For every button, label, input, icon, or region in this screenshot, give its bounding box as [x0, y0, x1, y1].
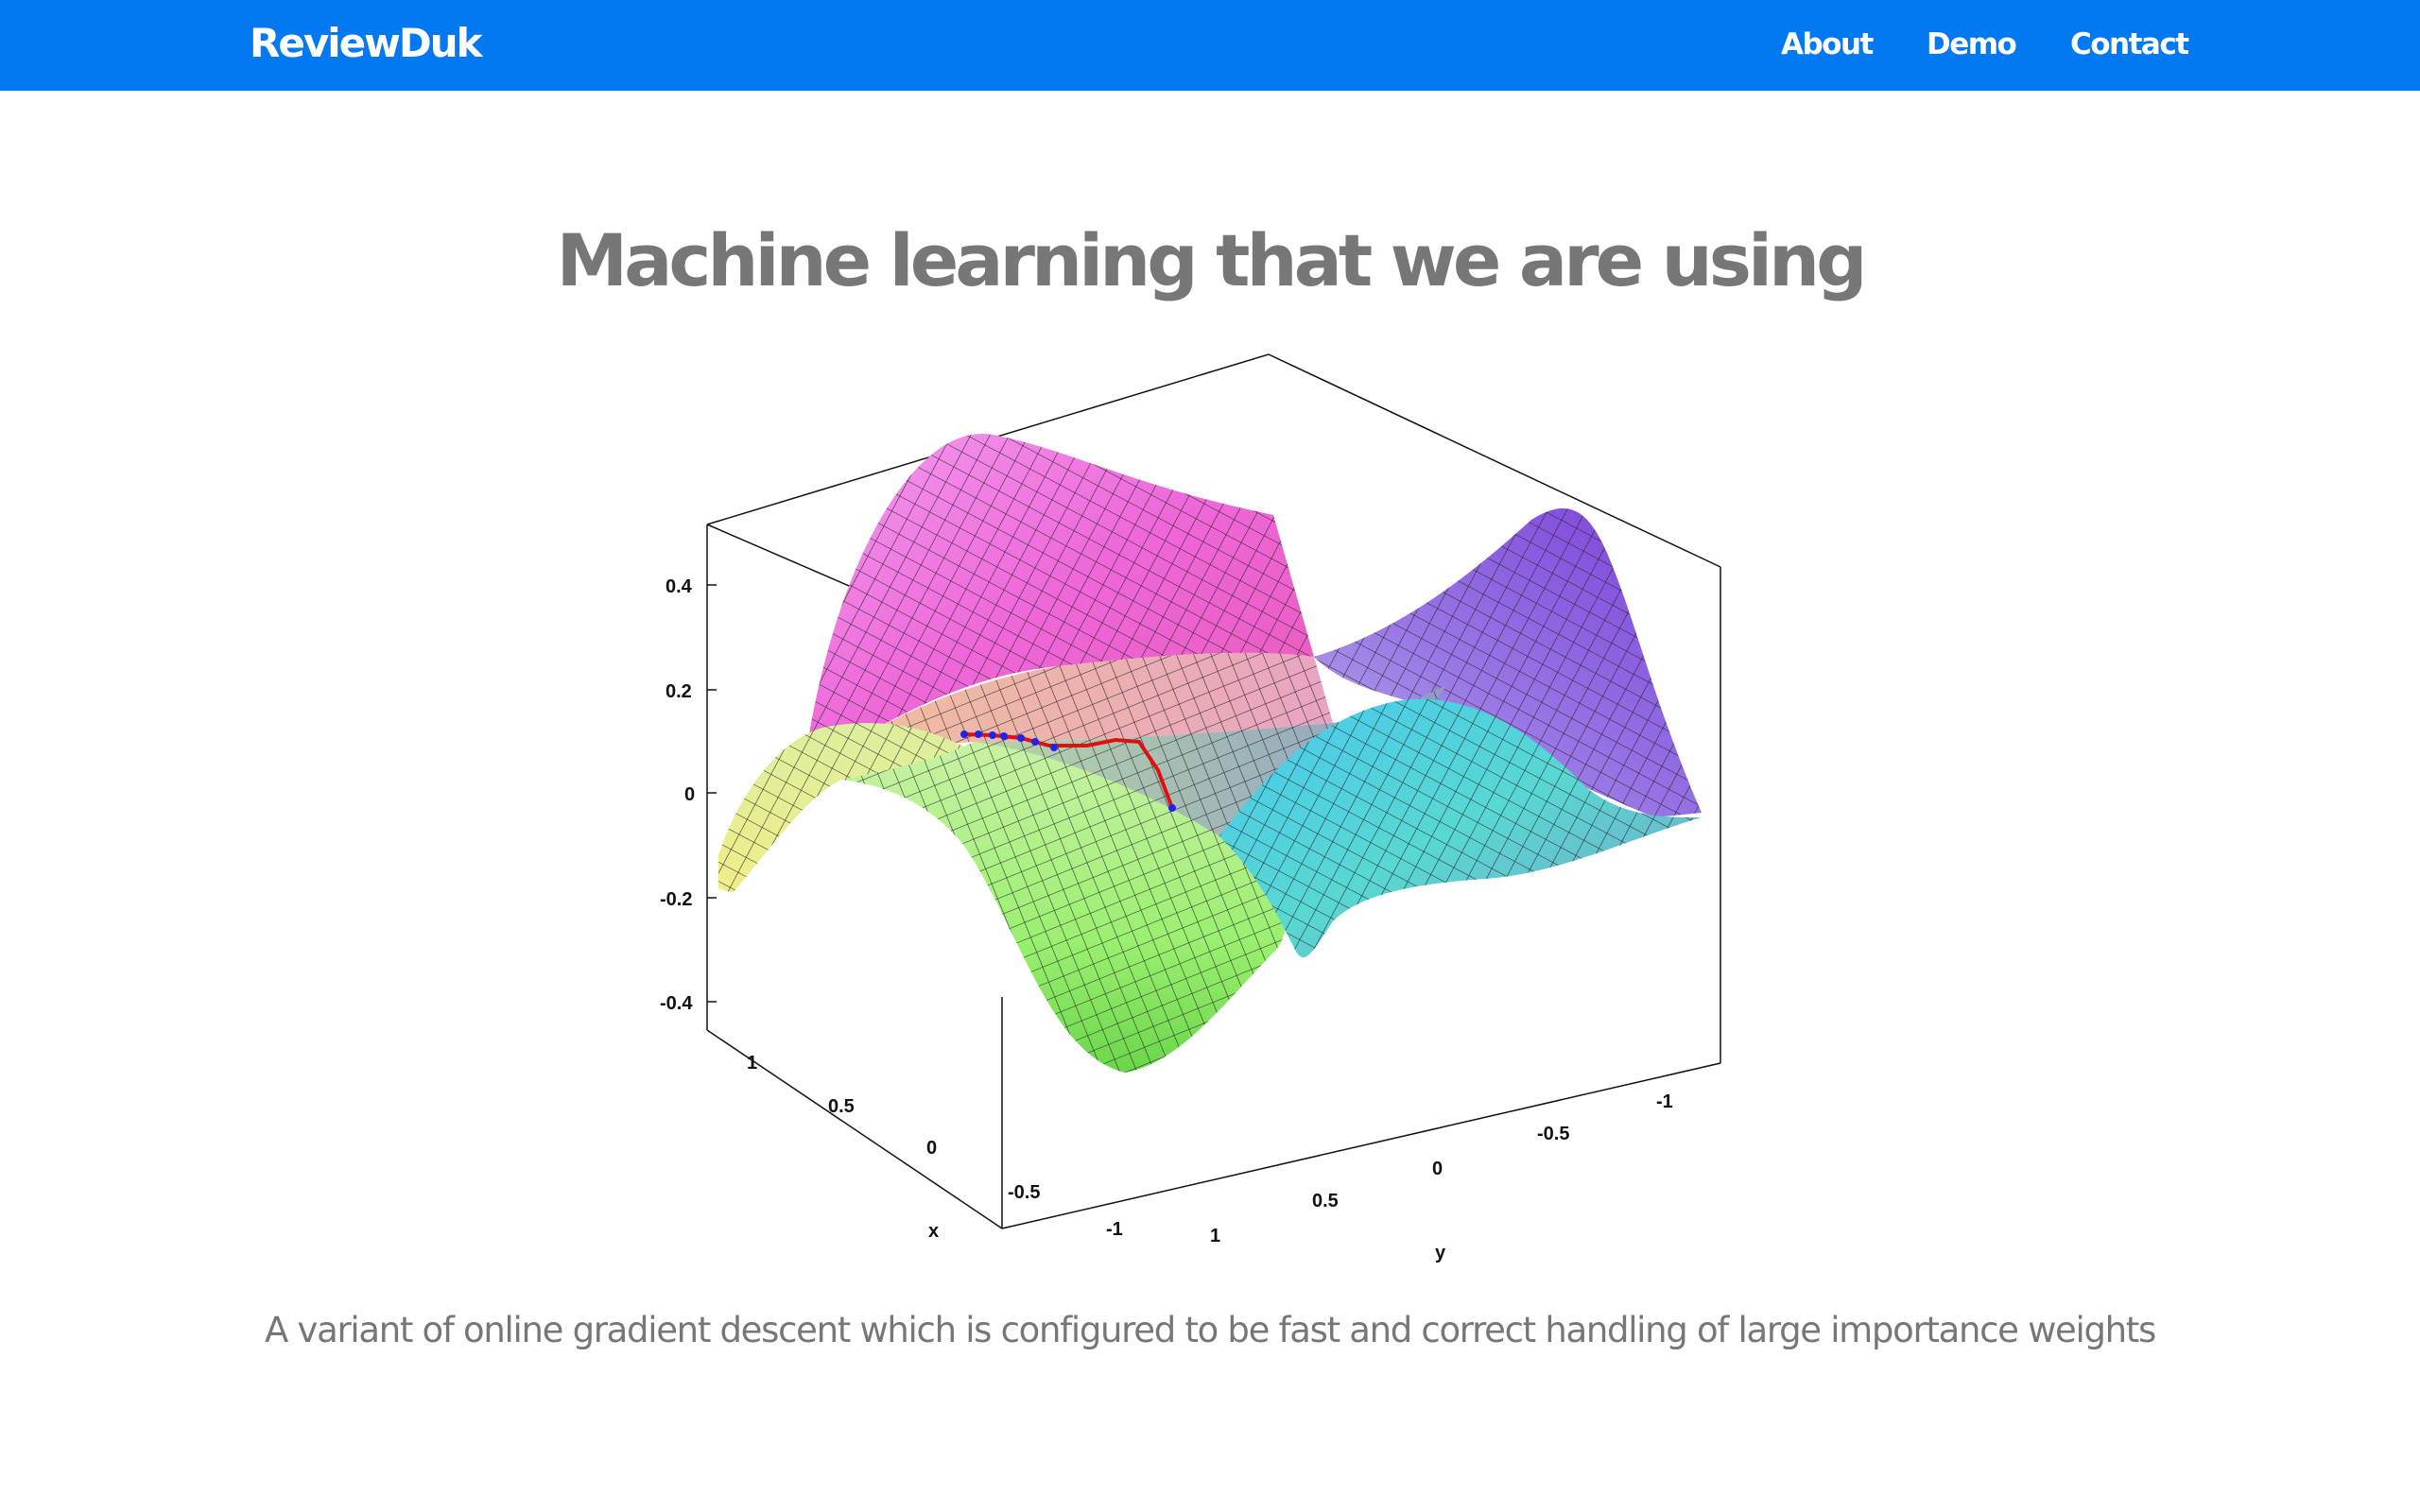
nav-links: About Demo Contact — [0, 21, 2420, 68]
z-tick-neg-0-4: -0.4 — [660, 993, 693, 1014]
nav-link-about[interactable]: About — [1781, 21, 1874, 68]
x-tick-0-5: 0.5 — [828, 1096, 855, 1117]
z-tick-neg-0-2: -0.2 — [660, 889, 692, 910]
nav-link-demo[interactable]: Demo — [1927, 21, 2017, 68]
x-tick-neg-0-5: -0.5 — [1008, 1182, 1040, 1203]
z-tick-0: 0 — [684, 784, 695, 805]
y-tick-neg-0-5: -0.5 — [1537, 1124, 1569, 1144]
x-axis-label: x — [928, 1221, 939, 1242]
y-tick-1: 1 — [1210, 1226, 1220, 1246]
z-tick-0-4: 0.4 — [666, 576, 693, 597]
surface-plot-figure: 0.4 0.2 0 -0.2 -0.4 1 0.5 0 -0.5 -1 x 1 … — [660, 353, 1721, 1263]
surface-mesh — [718, 433, 1702, 1073]
z-axis-ticks — [707, 584, 717, 1003]
navbar: ReviewDuk About Demo Contact — [0, 0, 2420, 91]
x-tick-0: 0 — [926, 1138, 937, 1159]
nav-link-contact[interactable]: Contact — [2070, 21, 2189, 68]
y-tick-0-5: 0.5 — [1312, 1191, 1339, 1211]
y-axis-label: y — [1435, 1243, 1446, 1263]
y-tick-0: 0 — [1432, 1159, 1443, 1179]
page-title: Machine learning that we are using — [556, 218, 1867, 302]
x-tick-1: 1 — [747, 1053, 757, 1074]
x-tick-neg-1: -1 — [1106, 1219, 1123, 1240]
figure-caption: A variant of online gradient descent whi… — [265, 1310, 2156, 1350]
y-tick-neg-1: -1 — [1656, 1091, 1673, 1112]
z-tick-0-2: 0.2 — [666, 681, 692, 702]
